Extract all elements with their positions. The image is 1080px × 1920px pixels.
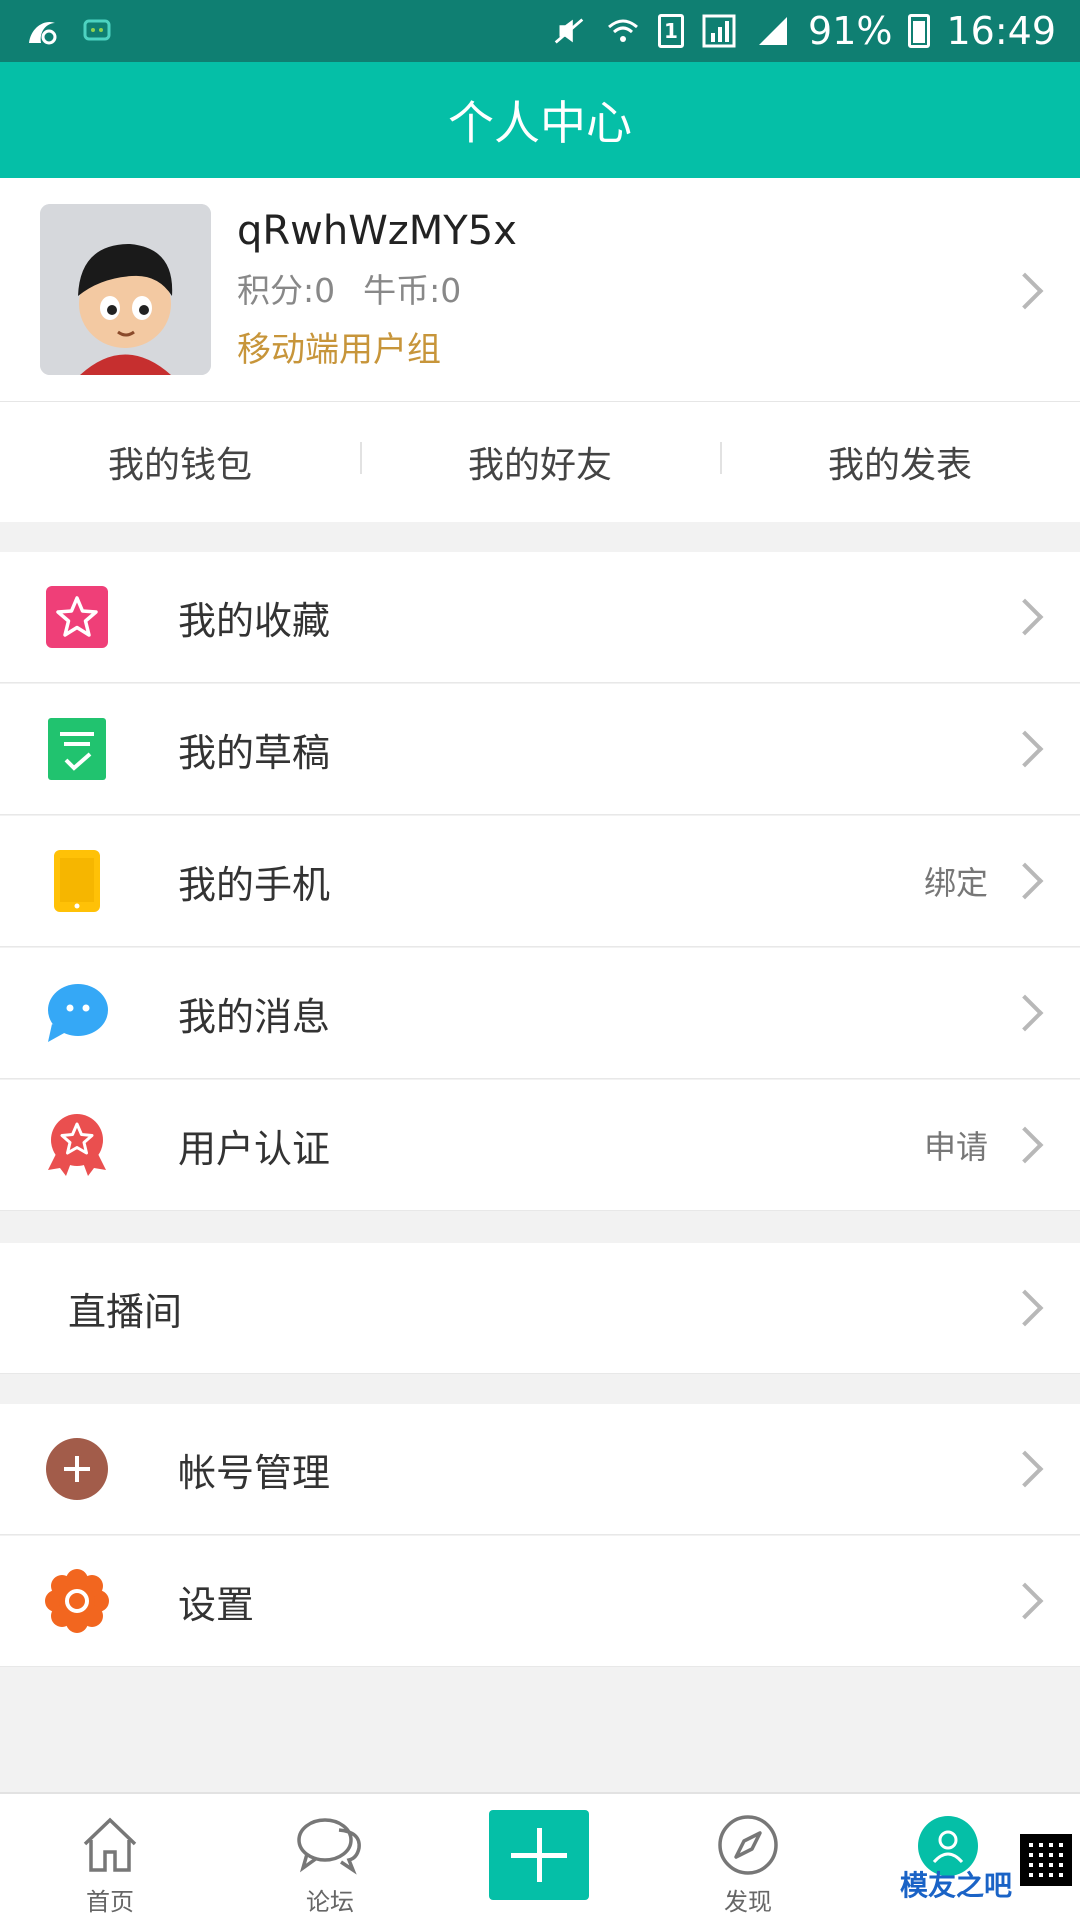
badge-icon [44,1112,110,1178]
signal-strength-icon [754,12,792,50]
menu-item-live-room[interactable]: 直播间 [0,1243,1080,1374]
apply-status: 申请 [923,1128,988,1166]
menu-label: 我的消息 [178,994,331,1039]
menu-item-messages[interactable]: 我的消息 [0,948,1080,1079]
nav-home[interactable]: 首页 [30,1794,190,1920]
profile-info: qRwhWzMY5x 积分:0 牛币:0 移动端用户组 [237,208,517,371]
watermark-text: 模友之吧 [899,1869,1012,1902]
menu-label: 我的手机 [178,862,331,907]
menu-item-drafts[interactable]: 我的草稿 [0,684,1080,815]
battery-percent: 91% [808,9,893,53]
menu-item-verification[interactable]: 用户认证 申请 [0,1080,1080,1211]
profile-stats: 积分:0 牛币:0 [237,264,517,312]
menu-label: 直播间 [68,1289,183,1334]
menu-label: 设置 [178,1582,255,1627]
chevron-right-icon [1006,994,1044,1032]
chevron-right-icon [1006,1289,1044,1327]
chevron-right-icon [1006,1126,1044,1164]
quick-link-wallet[interactable]: 我的钱包 [0,436,360,488]
chevron-right-icon [1006,272,1044,310]
menu-label: 我的收藏 [178,598,331,643]
chat-notification-icon [80,12,118,50]
home-icon [75,1812,145,1878]
profile-card[interactable]: qRwhWzMY5x 积分:0 牛币:0 移动端用户组 [0,178,1080,402]
username: qRwhWzMY5x [237,208,517,254]
forum-icon [295,1812,365,1878]
add-post-button[interactable] [489,1810,589,1900]
draft-icon [44,716,110,782]
wifi-icon [604,12,642,50]
points: 积分:0 [237,271,336,310]
menu-item-phone[interactable]: 我的手机 绑定 [0,816,1080,947]
chevron-right-icon [1006,1582,1044,1620]
chevron-right-icon [1006,862,1044,900]
settings-icon [44,1568,110,1634]
menu-item-settings[interactable]: 设置 [0,1536,1080,1667]
quick-link-friends[interactable]: 我的好友 [360,436,720,488]
chevron-right-icon [1006,730,1044,768]
user-group: 移动端用户组 [237,330,441,370]
sim-icon: 1 [658,14,685,48]
quick-links: 我的钱包 我的好友 我的发表 [0,402,1080,522]
compass-icon [713,1812,783,1878]
coins: 牛币:0 [363,271,462,310]
status-bar: 1 91% 16:49 [0,0,1080,62]
phone-icon [44,848,110,914]
title-bar: 个人中心 [0,62,1080,178]
chevron-right-icon [1006,1450,1044,1488]
menu-label: 用户认证 [178,1126,331,1171]
signal-icon [700,12,738,50]
bind-status: 绑定 [923,864,988,902]
nav-label: 发现 [724,1888,772,1916]
message-icon [44,980,110,1046]
uc-browser-icon [24,12,62,50]
page-title: 个人中心 [448,96,632,150]
personal-center-screen: 1 91% 16:49 个人中心 qRwhWzMY5x 积分:0 牛币:0 移动… [0,0,1080,1920]
qr-code-icon [1020,1834,1072,1886]
star-icon [44,584,110,650]
quick-link-posts[interactable]: 我的发表 [720,436,1080,488]
menu-item-account-management[interactable]: 帐号管理 [0,1404,1080,1535]
clock: 16:49 [946,9,1056,53]
menu-item-favorites[interactable]: 我的收藏 [0,552,1080,683]
menu-label: 帐号管理 [178,1450,331,1495]
bottom-navigation: 首页 论坛 发现 模友之吧 [0,1792,1080,1920]
nav-label: 论坛 [306,1888,354,1916]
add-account-icon [44,1436,110,1502]
battery-icon [908,14,931,48]
mute-icon [550,12,588,50]
menu-label: 我的草稿 [178,730,331,775]
nav-forum[interactable]: 论坛 [250,1794,410,1920]
nav-label: 首页 [86,1888,134,1916]
avatar[interactable] [40,204,211,375]
nav-discover[interactable]: 发现 [668,1794,828,1920]
chevron-right-icon [1006,598,1044,636]
